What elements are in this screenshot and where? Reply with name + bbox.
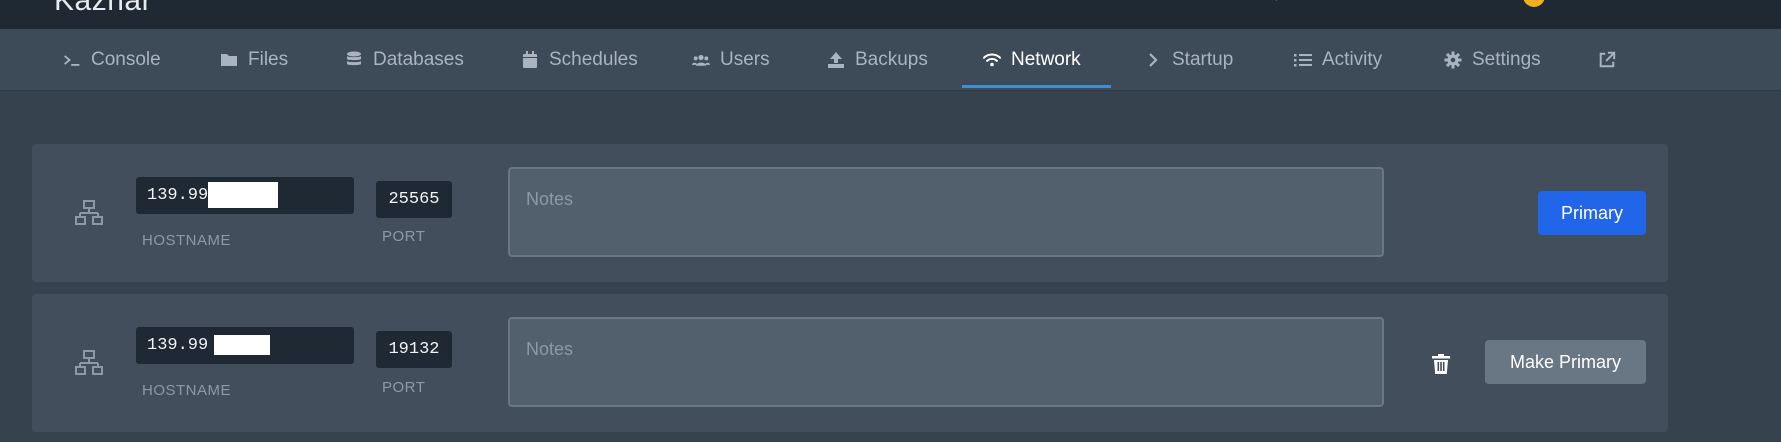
tab-users[interactable]: Users xyxy=(692,29,770,90)
wifi-icon xyxy=(983,51,1001,69)
trash-icon[interactable] xyxy=(1430,353,1452,375)
tab-files[interactable]: Files xyxy=(220,29,288,90)
external-link-icon xyxy=(1598,51,1616,69)
allocation-row: 139.99 HOSTNAME 25565 PORT Primary xyxy=(32,144,1668,282)
network-icon xyxy=(75,200,103,225)
tab-label: Startup xyxy=(1172,48,1234,70)
gear-icon xyxy=(1444,51,1462,69)
tab-startup[interactable]: Startup xyxy=(1144,29,1233,90)
chevron-right-icon xyxy=(1144,51,1162,69)
database-icon xyxy=(345,51,363,69)
tab-external-link[interactable] xyxy=(1598,29,1616,90)
primary-button[interactable]: Primary xyxy=(1538,191,1646,235)
hostname-label: HOSTNAME xyxy=(142,232,232,249)
redaction-block xyxy=(214,334,271,355)
users-icon xyxy=(692,51,710,69)
tab-label: Activity xyxy=(1322,48,1383,70)
notes-input[interactable] xyxy=(508,167,1384,257)
port-field[interactable]: 19132 xyxy=(376,331,452,368)
port-field[interactable]: 25565 xyxy=(376,181,452,218)
top-header: Kaznar xyxy=(0,0,1781,29)
tab-label: Users xyxy=(720,48,770,70)
tab-label: Databases xyxy=(373,48,464,70)
redaction-block xyxy=(208,181,279,208)
hostname-field[interactable]: 139.99 xyxy=(136,177,354,214)
tab-backups[interactable]: Backups xyxy=(827,29,928,90)
tab-label: Network xyxy=(1011,48,1081,70)
hostname-value: 139.99 xyxy=(147,336,209,355)
active-tab-indicator xyxy=(962,85,1111,88)
tab-schedules[interactable]: Schedules xyxy=(521,29,638,90)
hostname-value: 139.99 xyxy=(147,186,209,205)
brand-name[interactable]: Kaznar xyxy=(54,0,152,18)
port-label: PORT xyxy=(382,379,426,396)
layer-icon[interactable] xyxy=(1340,0,1354,6)
avatar[interactable] xyxy=(1523,0,1545,7)
search-icon[interactable] xyxy=(1264,0,1278,6)
notes-input[interactable] xyxy=(508,317,1384,407)
tab-console[interactable]: Console xyxy=(63,29,161,90)
tab-settings[interactable]: Settings xyxy=(1444,29,1541,90)
tab-label: Console xyxy=(91,48,161,70)
tab-network[interactable]: Network xyxy=(983,29,1081,90)
network-icon xyxy=(75,350,103,375)
tab-label: Settings xyxy=(1472,48,1541,70)
admin-icon[interactable] xyxy=(1434,0,1448,6)
calendar-icon xyxy=(521,50,539,69)
tab-label: Files xyxy=(248,48,289,70)
tab-activity[interactable]: Activity xyxy=(1294,29,1382,90)
server-nav: Console Files Databases Schedules Users … xyxy=(0,29,1781,91)
make-primary-button[interactable]: Make Primary xyxy=(1485,340,1646,384)
tab-label: Backups xyxy=(855,48,928,70)
folder-icon xyxy=(220,51,238,69)
terminal-icon xyxy=(63,51,81,69)
hostname-label: HOSTNAME xyxy=(142,382,232,399)
list-icon xyxy=(1294,51,1312,69)
allocation-row: 139.99 HOSTNAME 19132 PORT Make Primary xyxy=(32,294,1668,432)
port-label: PORT xyxy=(382,228,426,245)
tab-databases[interactable]: Databases xyxy=(345,29,464,90)
upload-icon xyxy=(827,51,845,69)
tab-label: Schedules xyxy=(549,48,638,70)
hostname-field[interactable]: 139.99 xyxy=(136,327,354,364)
